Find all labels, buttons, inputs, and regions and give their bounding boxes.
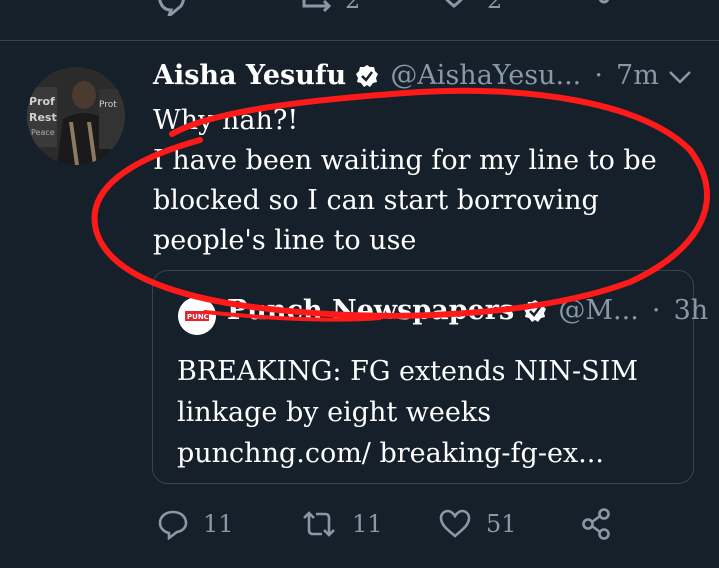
author-avatar[interactable]: Prof Rest Peace Prot — [27, 67, 125, 165]
reply-action[interactable]: 11 — [157, 504, 234, 544]
quoted-author-handle[interactable]: @M... — [558, 295, 638, 326]
retweet-count: 11 — [352, 510, 383, 538]
chevron-down-icon[interactable] — [667, 68, 693, 86]
tweet-time[interactable]: 7m — [616, 60, 659, 91]
share-icon[interactable] — [580, 0, 612, 16]
share-action[interactable] — [579, 504, 613, 544]
retweet-count: 2 — [345, 0, 361, 14]
share-icon[interactable] — [579, 507, 613, 541]
quoted-text: BREAKING: FG extends NIN-SIM linkage by … — [177, 356, 638, 469]
tweet-header: Aisha Yesufu @AishaYesu... · 7m — [153, 60, 659, 98]
quoted-author-avatar: PUNCH — [178, 297, 216, 335]
previous-tweet-actions: 2 2 — [0, 0, 719, 20]
svg-text:Peace: Peace — [31, 128, 55, 137]
quoted-author-name[interactable]: Punch Newspapers — [227, 295, 514, 326]
like-count: 51 — [486, 510, 517, 538]
author-handle[interactable]: @AishaYesu... — [390, 60, 581, 91]
svg-text:Prot: Prot — [99, 100, 117, 110]
reply-icon[interactable] — [157, 508, 189, 540]
separator-dot: · — [594, 60, 603, 91]
like-icon[interactable] — [438, 508, 472, 540]
like-count: 2 — [487, 0, 503, 14]
separator-dot: · — [651, 295, 661, 326]
like-icon[interactable] — [438, 0, 470, 16]
svg-text:Rest: Rest — [29, 111, 57, 124]
retweet-icon[interactable] — [300, 508, 338, 540]
retweet-action[interactable]: 11 — [300, 504, 383, 544]
tweet-text: Why nah?! I have been waiting for my lin… — [153, 105, 657, 256]
quoted-header: Punch Newspapers @M... · 3h — [227, 295, 708, 326]
reply-count: 11 — [203, 510, 234, 538]
quoted-time[interactable]: 3h — [674, 295, 709, 326]
reply-icon[interactable] — [155, 0, 187, 16]
author-name[interactable]: Aisha Yesufu — [153, 60, 346, 91]
tweet-divider — [0, 40, 719, 41]
verified-icon — [355, 64, 379, 88]
quoted-tweet[interactable]: PUNCH Punch Newspapers @M... · 3h BREAKI… — [152, 270, 708, 484]
like-action[interactable]: 51 — [438, 504, 517, 544]
svg-text:PUNCH: PUNCH — [187, 313, 215, 321]
verified-icon — [523, 299, 547, 323]
svg-text:Prof: Prof — [29, 95, 55, 108]
retweet-icon[interactable] — [300, 0, 336, 16]
